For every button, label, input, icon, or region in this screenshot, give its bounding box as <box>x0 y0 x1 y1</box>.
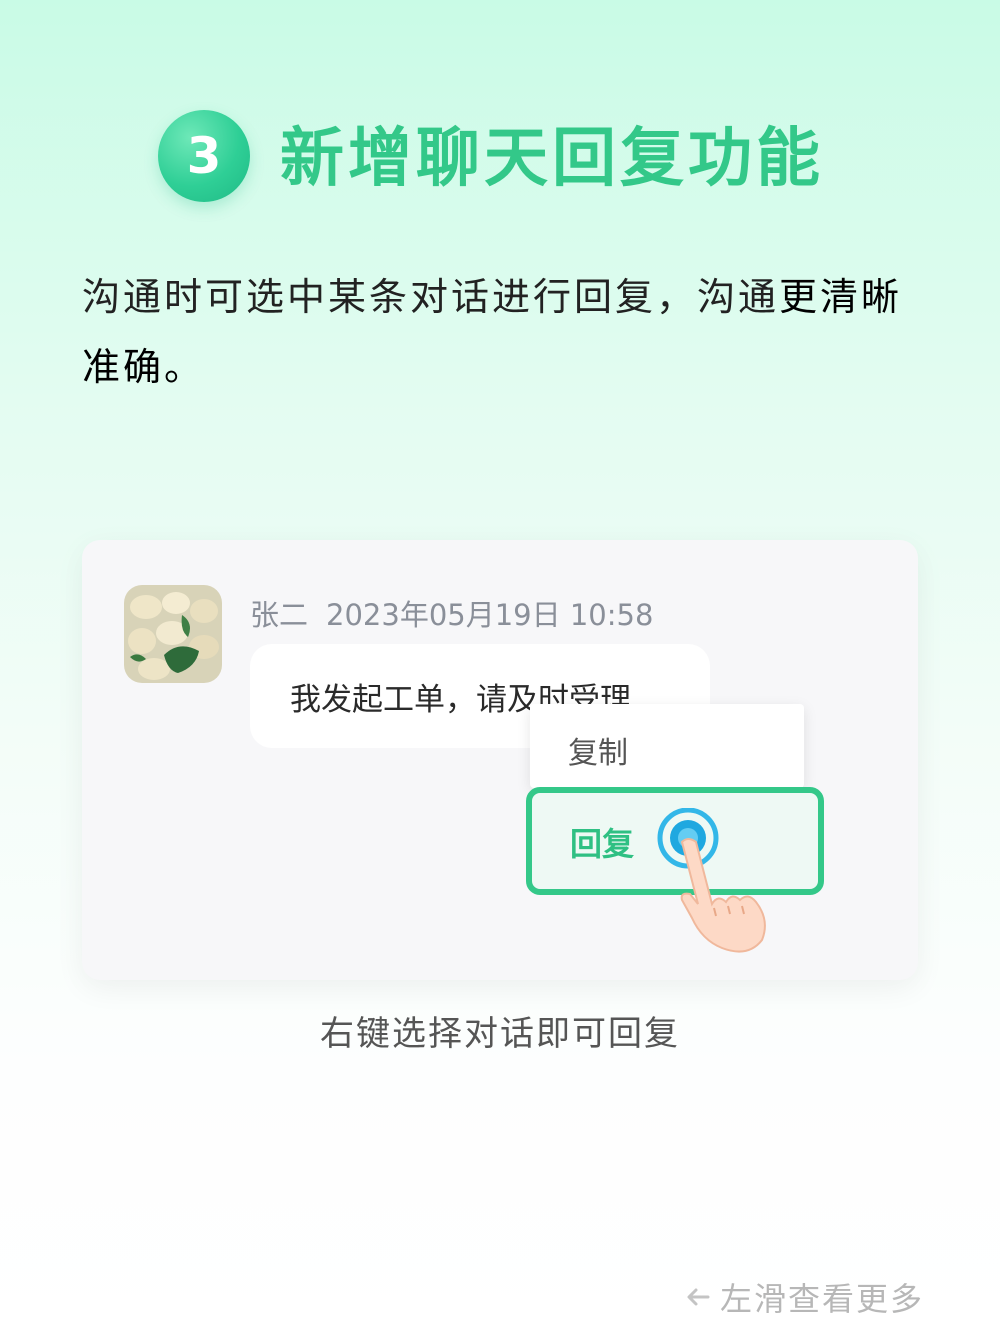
description-text-1: 沟通时可选中某条对话进行回复，沟通 <box>82 275 780 319</box>
sender-name: 张二 <box>250 598 309 632</box>
message-timestamp: 2023年05月19日 10:58 <box>326 598 654 632</box>
pointer-hand-icon <box>657 808 766 953</box>
food-photo-avatar-icon <box>124 585 222 683</box>
chat-preview-card: 张二 2023年05月19日 10:58 我发起工单，请及时受理 复制 回复 <box>82 540 918 980</box>
message-meta: 张二 2023年05月19日 10:58 <box>250 592 653 634</box>
arrow-left-icon <box>687 1288 710 1306</box>
swipe-hint[interactable]: 左滑查看更多 <box>682 1274 924 1320</box>
reply-label: 回复 <box>570 825 635 863</box>
step-number-badge: 3 <box>158 110 250 202</box>
image-caption: 右键选择对话即可回复 <box>320 1014 680 1054</box>
avatar[interactable] <box>124 585 222 683</box>
page-title: 新增聊天回复功能 <box>280 122 824 196</box>
copy-label: 复制 <box>568 736 628 771</box>
heading: 3 新增聊天回复功能 <box>0 105 1000 205</box>
context-menu-item-copy[interactable]: 复制 <box>530 704 804 788</box>
feature-description: 沟通时可选中某条对话进行回复，沟通更清晰准确。 <box>82 262 942 402</box>
swipe-hint-label: 左滑查看更多 <box>720 1280 925 1318</box>
